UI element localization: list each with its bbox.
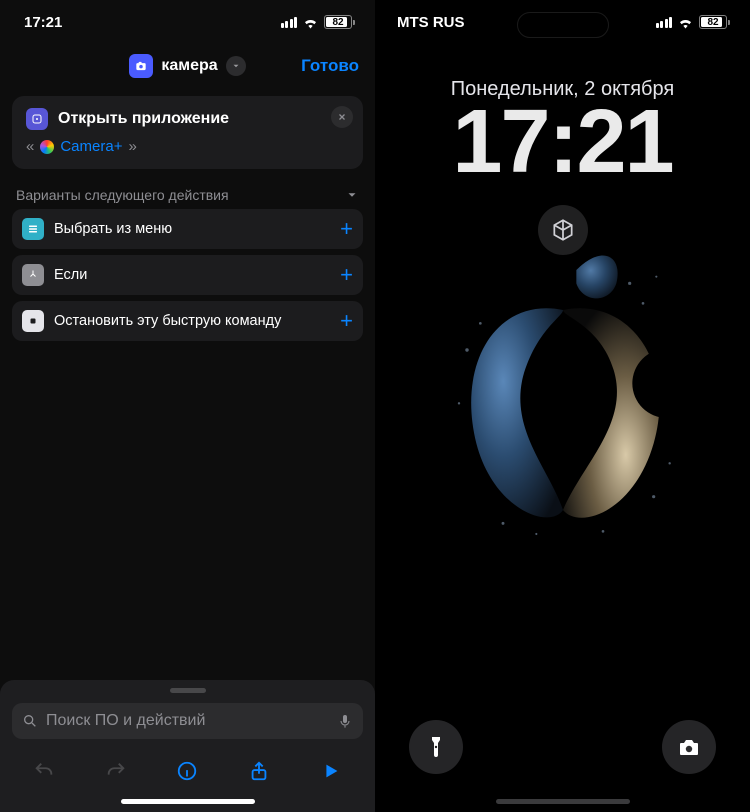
camera-button[interactable]: [662, 720, 716, 774]
battery-icon: 82: [324, 15, 355, 29]
cell-signal-icon: [281, 17, 298, 28]
action-card-open-app[interactable]: Открыть приложение « Camera+ »: [12, 96, 363, 169]
search-icon: [22, 713, 38, 729]
search-placeholder: Поиск ПО и действий: [46, 712, 329, 730]
quote-close: »: [128, 138, 136, 155]
battery-level: 82: [332, 17, 343, 28]
drawer-grabber[interactable]: [170, 688, 206, 693]
branch-icon: [22, 264, 44, 286]
suggestion-label: Если: [54, 267, 330, 283]
search-input[interactable]: Поиск ПО и действий: [12, 703, 363, 739]
add-icon[interactable]: +: [340, 216, 353, 242]
remove-action-button[interactable]: [331, 106, 353, 128]
undo-button[interactable]: [26, 753, 62, 789]
search-drawer[interactable]: Поиск ПО и действий: [0, 680, 375, 812]
chevron-down-icon[interactable]: [226, 56, 246, 76]
suggestions-header[interactable]: Варианты следующего действия: [0, 187, 375, 209]
home-indicator[interactable]: [496, 799, 630, 804]
lock-time: 17:21: [375, 97, 750, 187]
shortcut-name: камера: [161, 57, 217, 75]
shortcut-app-icon: [129, 54, 153, 78]
open-app-icon: [26, 108, 48, 130]
redo-button[interactable]: [98, 753, 134, 789]
done-button[interactable]: Готово: [301, 56, 359, 76]
battery-icon: 82: [699, 15, 730, 29]
status-bar: 17:21 82: [0, 0, 375, 44]
quote-open: «: [26, 138, 34, 155]
shortcuts-editor-screen: 17:21 82 камера Готово Открыть приложени…: [0, 0, 375, 812]
action-parameter[interactable]: « Camera+ »: [26, 138, 349, 155]
suggestion-if[interactable]: Если +: [12, 255, 363, 295]
add-icon[interactable]: +: [340, 308, 353, 334]
suggestion-label: Остановить эту быструю команду: [54, 313, 330, 329]
camera-icon: [677, 735, 701, 759]
add-icon[interactable]: +: [340, 262, 353, 288]
action-title: Открыть приложение: [58, 110, 229, 128]
status-time: 17:21: [24, 14, 62, 31]
stop-icon: [22, 310, 44, 332]
menu-icon: [22, 218, 44, 240]
mic-icon[interactable]: [337, 713, 353, 729]
camera-plus-app-icon: [40, 140, 54, 154]
suggestion-choose-from-menu[interactable]: Выбрать из меню +: [12, 209, 363, 249]
nav-bar: камера Готово: [0, 44, 375, 88]
wifi-icon: [302, 14, 319, 31]
lock-screen: MTS RUS 82 Понедельник, 2 октября 17:21: [375, 0, 750, 812]
home-indicator[interactable]: [121, 799, 255, 804]
nav-title-group[interactable]: камера: [129, 54, 245, 78]
suggestions-title: Варианты следующего действия: [16, 187, 229, 203]
chevron-down-icon: [345, 188, 359, 202]
status-icons: 82: [281, 14, 356, 31]
wallpaper-apple-logo: [423, 230, 703, 550]
suggestion-stop-shortcut[interactable]: Остановить эту быструю команду +: [12, 301, 363, 341]
play-button[interactable]: [313, 753, 349, 789]
flashlight-button[interactable]: [409, 720, 463, 774]
dynamic-island[interactable]: [517, 12, 609, 38]
carrier-name: MTS RUS: [397, 14, 465, 31]
toolbar: [0, 749, 375, 799]
flashlight-icon: [424, 735, 448, 759]
battery-level: 82: [707, 17, 718, 28]
suggestions-list: Выбрать из меню + Если + Остановить эту …: [0, 209, 375, 341]
action-app-name: Camera+: [60, 138, 122, 155]
cell-signal-icon: [656, 17, 673, 28]
wifi-icon: [677, 14, 694, 31]
share-button[interactable]: [241, 753, 277, 789]
status-icons: 82: [656, 14, 731, 31]
suggestion-label: Выбрать из меню: [54, 221, 330, 237]
info-button[interactable]: [169, 753, 205, 789]
